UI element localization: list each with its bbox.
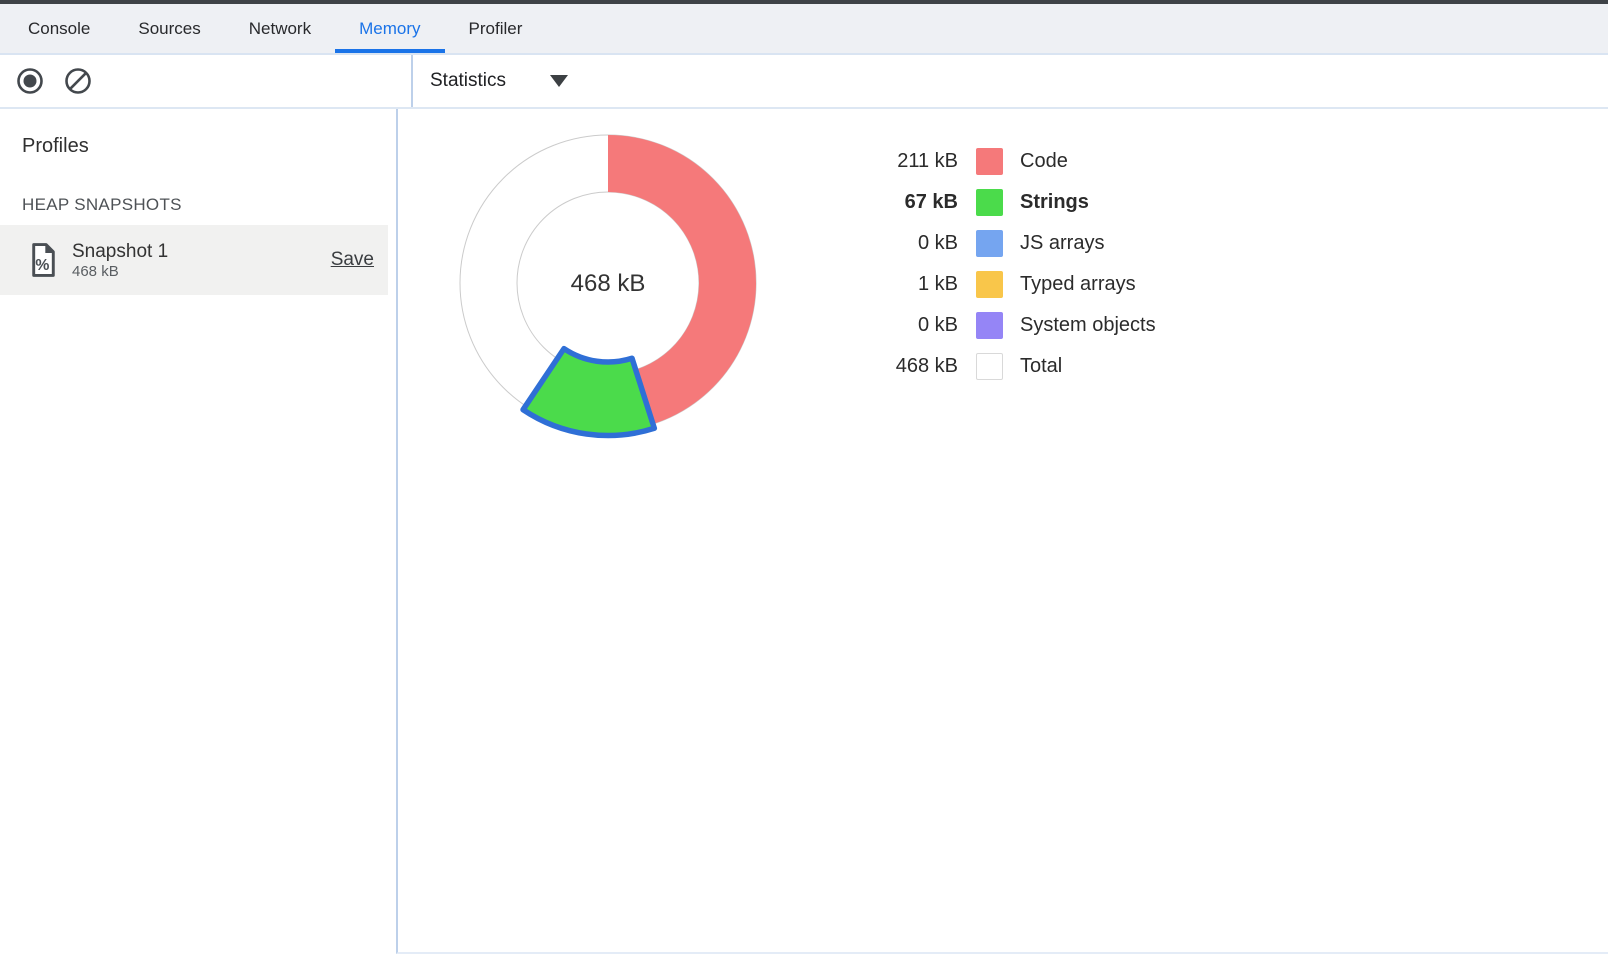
legend-value: 468 kB — [876, 355, 958, 378]
legend-label: Strings — [1020, 191, 1089, 214]
toolbar-left-section — [0, 55, 413, 107]
heap-snapshots-section-heading: HEAP SNAPSHOTS — [0, 158, 396, 215]
code-swatch-icon — [976, 148, 1003, 175]
view-mode-select[interactable]: Statistics — [420, 66, 578, 96]
memory-toolbar: Statistics — [0, 55, 1608, 109]
snapshot-text-block: Snapshot 1 468 kB — [72, 241, 168, 280]
heap-snapshot-document-icon: % — [30, 243, 57, 277]
donut-center-label: 468 kB — [571, 270, 646, 297]
legend-value: 0 kB — [876, 314, 958, 337]
legend-row-code[interactable]: 211 kB Code — [876, 141, 1156, 182]
snapshot-list-item[interactable]: % Snapshot 1 468 kB Save — [0, 225, 388, 295]
save-snapshot-link[interactable]: Save — [331, 249, 374, 271]
tab-memory[interactable]: Memory — [335, 4, 444, 53]
clear-profiles-button[interactable] — [63, 66, 93, 96]
legend-label: Typed arrays — [1020, 273, 1136, 296]
legend-row-js-arrays[interactable]: 0 kB JS arrays — [876, 223, 1156, 264]
legend-row-typed-arrays[interactable]: 1 kB Typed arrays — [876, 264, 1156, 305]
record-icon — [15, 66, 45, 96]
devtools-tabbar: Console Sources Network Memory Profiler — [0, 4, 1608, 55]
strings-swatch-icon — [976, 189, 1003, 216]
typed-arrays-swatch-icon — [976, 271, 1003, 298]
legend-value: 67 kB — [876, 191, 958, 214]
block-icon — [63, 66, 93, 96]
pie-slice-strings-highlighted[interactable] — [523, 349, 654, 436]
profiles-heading: Profiles — [0, 109, 396, 158]
legend-label: Code — [1020, 150, 1068, 173]
legend-label: System objects — [1020, 314, 1156, 337]
tab-console[interactable]: Console — [4, 4, 114, 53]
caret-down-icon — [550, 75, 568, 87]
legend-row-system-objects[interactable]: 0 kB System objects — [876, 305, 1156, 346]
record-button[interactable] — [15, 66, 45, 96]
svg-text:%: % — [35, 257, 49, 274]
snapshot-size: 468 kB — [72, 263, 168, 280]
heap-statistics-donut-chart: 468 kB — [443, 118, 773, 448]
tab-sources[interactable]: Sources — [114, 4, 224, 53]
statistics-view: 468 kB 211 kB Code 67 kB Strings 0 kB JS… — [396, 109, 1608, 954]
legend-row-total[interactable]: 468 kB Total — [876, 346, 1156, 387]
legend-value: 0 kB — [876, 232, 958, 255]
total-swatch-icon — [976, 353, 1003, 380]
chart-legend: 211 kB Code 67 kB Strings 0 kB JS arrays… — [876, 141, 1156, 387]
js-arrays-swatch-icon — [976, 230, 1003, 257]
panel-content: Profiles HEAP SNAPSHOTS % Snapshot 1 468… — [0, 109, 1608, 954]
tab-network[interactable]: Network — [225, 4, 335, 53]
legend-value: 1 kB — [876, 273, 958, 296]
toolbar-right-section: Statistics — [413, 55, 1608, 107]
legend-value: 211 kB — [876, 150, 958, 173]
legend-label: JS arrays — [1020, 232, 1104, 255]
view-mode-label: Statistics — [430, 70, 506, 92]
system-objects-swatch-icon — [976, 312, 1003, 339]
snapshot-title: Snapshot 1 — [72, 241, 168, 263]
tab-profiler[interactable]: Profiler — [445, 4, 547, 53]
profiles-sidebar: Profiles HEAP SNAPSHOTS % Snapshot 1 468… — [0, 109, 396, 954]
legend-row-strings[interactable]: 67 kB Strings — [876, 182, 1156, 223]
legend-label: Total — [1020, 355, 1062, 378]
